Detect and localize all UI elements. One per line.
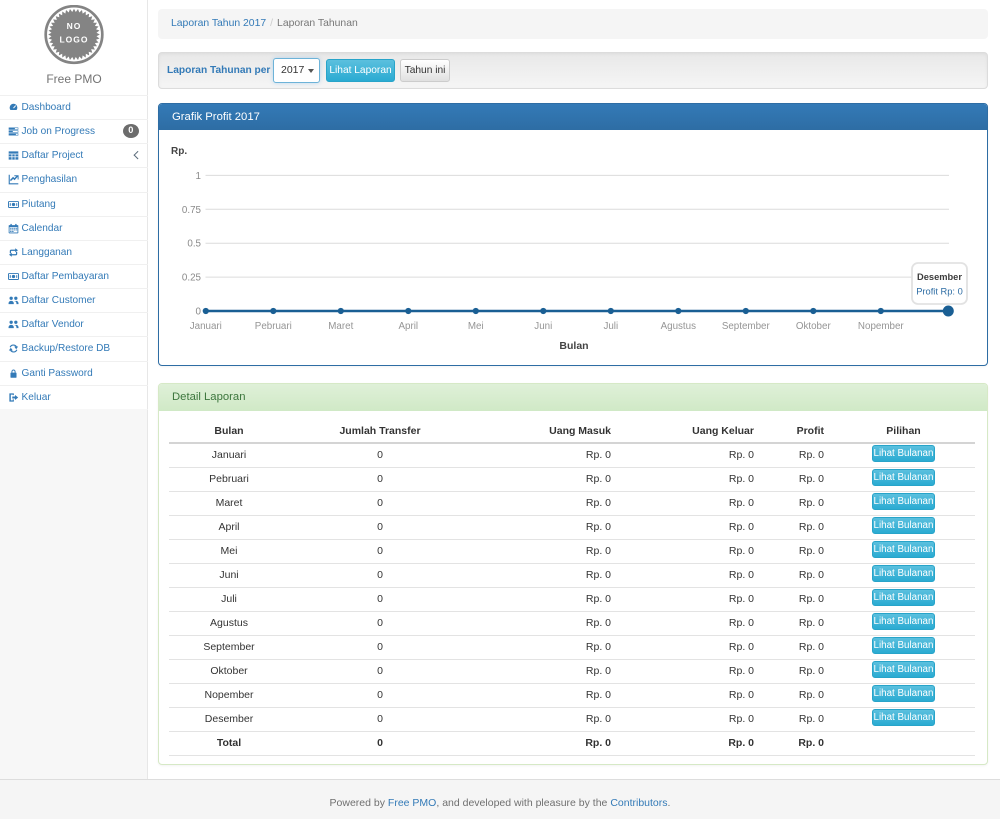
svg-text:NO: NO — [67, 21, 82, 31]
svg-text:Nopember: Nopember — [858, 321, 904, 332]
svg-text:LOGO: LOGO — [59, 35, 88, 45]
svg-text:Agustus: Agustus — [661, 321, 697, 332]
svg-text:Juni: Juni — [534, 321, 552, 332]
svg-text:1: 1 — [196, 171, 201, 182]
svg-text:April: April — [398, 321, 418, 332]
svg-text:0.25: 0.25 — [182, 273, 202, 284]
svg-text:0: 0 — [196, 307, 202, 318]
svg-text:Juli: Juli — [603, 321, 618, 332]
svg-text:Oktober: Oktober — [796, 321, 832, 332]
svg-text:0.75: 0.75 — [182, 205, 202, 216]
svg-text:Mei: Mei — [468, 321, 484, 332]
svg-text:Maret: Maret — [328, 321, 353, 332]
svg-text:Profit Rp: 0: Profit Rp: 0 — [916, 287, 963, 297]
svg-text:September: September — [722, 321, 771, 332]
svg-text:Januari: Januari — [190, 321, 222, 332]
svg-text:Pebruari: Pebruari — [255, 321, 292, 332]
svg-text:Bulan: Bulan — [559, 340, 588, 352]
svg-text:Desember: Desember — [917, 272, 962, 282]
svg-text:Rp.: Rp. — [171, 146, 187, 157]
svg-text:0.5: 0.5 — [187, 239, 201, 250]
